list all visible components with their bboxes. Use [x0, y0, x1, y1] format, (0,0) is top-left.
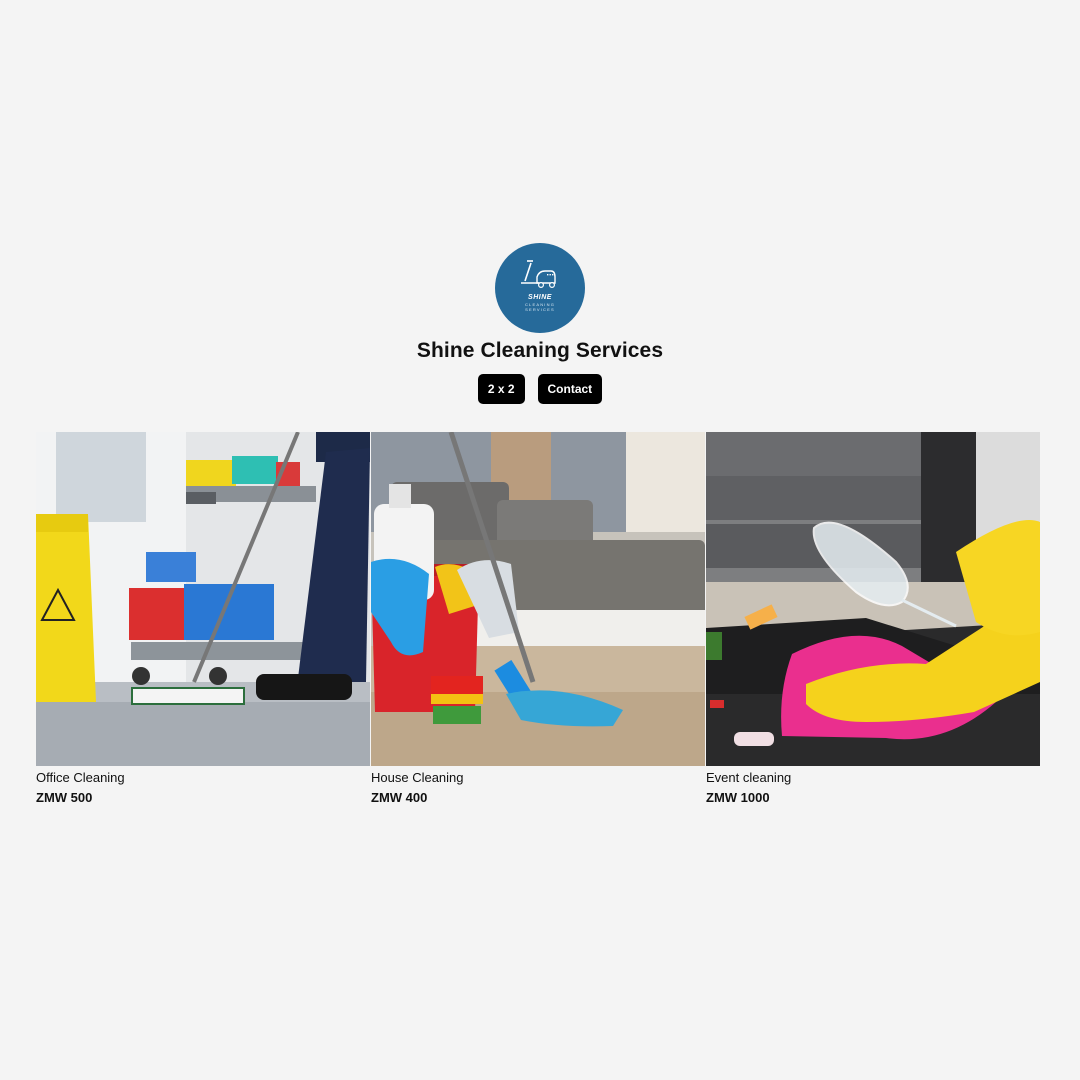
service-price: ZMW 500 [36, 790, 93, 805]
header-buttons: 2 x 2 Contact [477, 374, 603, 404]
layout-toggle-button[interactable]: 2 x 2 [477, 374, 525, 404]
store-header: SHINE CLEANING SERVICES Shine Cleaning S… [0, 243, 1080, 404]
service-name: Event cleaning [706, 770, 792, 785]
vacuum-cleaner-icon [521, 259, 556, 288]
event-cleaning-photo[interactable] [706, 432, 1040, 766]
service-name: Office Cleaning [36, 770, 125, 785]
service-price: ZMW 400 [371, 790, 428, 805]
shop-title: Shine Cleaning Services [416, 339, 664, 362]
office-cleaning-photo[interactable] [36, 432, 370, 766]
logo-text-services: SERVICES [525, 306, 555, 312]
service-card-office[interactable]: Office Cleaning ZMW 500 [36, 432, 370, 806]
house-cleaning-photo[interactable] [371, 432, 705, 766]
service-card-house[interactable]: House Cleaning ZMW 400 [371, 432, 705, 806]
contact-button[interactable]: Contact [537, 374, 603, 404]
shop-logo: SHINE CLEANING SERVICES [495, 243, 585, 333]
service-name: House Cleaning [371, 770, 464, 785]
services-grid: Office Cleaning ZMW 500 House Cleaning Z… [36, 432, 1041, 806]
service-price: ZMW 1000 [706, 790, 770, 805]
logo-text-shine: SHINE [528, 293, 552, 301]
service-card-event[interactable]: Event cleaning ZMW 1000 [706, 432, 1040, 806]
